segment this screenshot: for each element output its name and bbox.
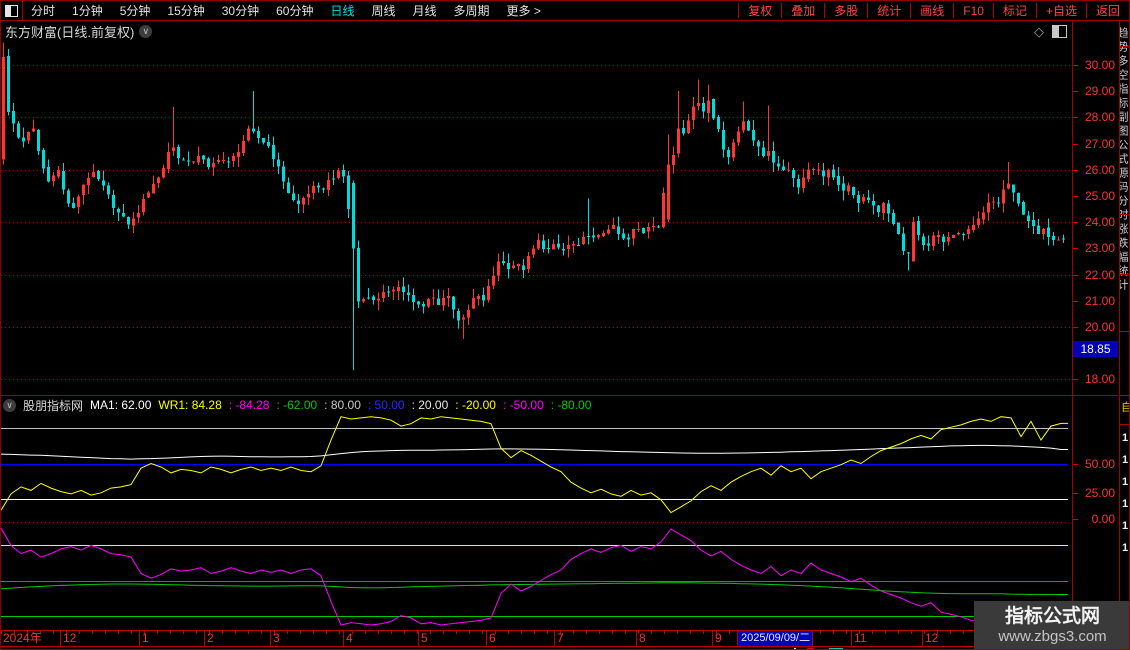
indicator-value-segment: : -50.00 xyxy=(502,398,544,412)
strip-divider xyxy=(1120,331,1129,332)
price-axis-label: 20.00 xyxy=(1084,320,1115,334)
chevron-down-circle-icon[interactable]: ∨ xyxy=(3,398,16,412)
page-title: 东方财富(日线.前复权) xyxy=(5,25,135,40)
watermark-url: www.zbgs3.com xyxy=(998,627,1107,645)
candlestick-series xyxy=(2,42,1065,371)
strip-divider xyxy=(1120,395,1129,396)
site-watermark: 指标公式网 www.zbgs3.com xyxy=(974,601,1129,649)
top-toolbar: 分时 1分钟 5分钟 15分钟 30分钟 60分钟 日线 周线 月线 多周期 更多 > 复权 叠加 多股… xyxy=(1,1,1129,21)
date-axis-cell: 1 xyxy=(140,631,205,646)
date-axis-cell: 12 xyxy=(61,631,140,646)
date-axis-cell xyxy=(813,631,852,646)
date-axis-cell: 9 xyxy=(713,631,738,646)
indicator-axis-label: 50.00 xyxy=(1084,457,1115,471)
indicator-value-segment: : 20.00 xyxy=(411,398,449,412)
price-axis-label: 29.00 xyxy=(1084,84,1115,99)
date-axis-cell: 3 xyxy=(271,631,344,646)
indicator-value-segment: MA1: 62.00 xyxy=(90,398,152,412)
price-axis-label: 22.00 xyxy=(1084,267,1115,282)
window-layout-button[interactable] xyxy=(1,1,23,20)
indicator-level-lines xyxy=(1,428,1068,617)
date-axis-cell: 7 xyxy=(555,631,637,646)
indicator-value-segment: : -80.00 xyxy=(550,398,592,412)
period-tab-15分钟[interactable]: 15分钟 xyxy=(167,2,204,19)
chart-canvas xyxy=(1,42,1079,629)
strip-divider xyxy=(1120,424,1129,425)
strip-divider xyxy=(1120,214,1129,215)
symbol-title-row: 东方财富(日线.前复权) ∨ xyxy=(5,22,153,41)
date-axis-cell: 4 xyxy=(344,631,419,646)
price-axis-label: 30.00 xyxy=(1084,58,1115,72)
period-tab-60分钟[interactable]: 60分钟 xyxy=(276,2,313,19)
current-date-badge: 2025/09/09/二 xyxy=(738,631,813,646)
split-window-icon xyxy=(5,4,18,17)
indicator-value-segment: : -84.28 xyxy=(228,398,270,412)
right-cropped-panel: 趋势多空指标副图公式源码分时涨跌幅统计 自 111111 xyxy=(1119,1,1129,649)
price-axis-label: 21.00 xyxy=(1084,293,1115,308)
indicator-header: ∨ 股朋指标网 MA1: 62.00 WR1: 84.28 : -84.28 : -6… xyxy=(3,397,591,413)
date-axis-cell: 2024年 xyxy=(1,631,61,646)
date-axis[interactable]: 2024年 12 1 2 3 4 5 6 7 8 9 2025/09/09/二 11 12 xyxy=(1,630,1118,647)
toolbar-button-叠加[interactable]: 叠加 xyxy=(782,2,824,19)
price-axis-label: 28.00 xyxy=(1084,110,1115,125)
chart-corner-icons: ◇ xyxy=(1034,25,1067,38)
period-tab-分时[interactable]: 分时 xyxy=(31,2,55,19)
period-tab-日线[interactable]: 日线 xyxy=(330,2,354,19)
period-tab-周线[interactable]: 周线 xyxy=(371,2,395,19)
last-price-badge: 18.85 xyxy=(1073,341,1118,357)
strip-divider xyxy=(1120,274,1129,275)
strip-divider xyxy=(1120,46,1129,47)
split-pane-icon[interactable] xyxy=(1052,25,1067,38)
indicator-axis-label: 0.00 xyxy=(1091,512,1115,526)
indicator-value-segment: : -62.00 xyxy=(276,398,318,412)
toolbar-button-+自选[interactable]: +自选 xyxy=(1037,2,1086,19)
price-axis-label: 27.00 xyxy=(1084,136,1115,151)
diamond-icon[interactable]: ◇ xyxy=(1034,25,1044,38)
date-axis-cell: 6 xyxy=(487,631,555,646)
date-axis-cell: 5 xyxy=(419,631,487,646)
indicator-axis-label: 25.00 xyxy=(1084,486,1115,500)
period-tab-5分钟[interactable]: 5分钟 xyxy=(120,2,151,19)
date-axis-cell: 11 xyxy=(852,631,923,646)
chevron-down-circle-icon[interactable]: ∨ xyxy=(139,25,153,38)
toolbar-button-F10[interactable]: F10 xyxy=(954,4,993,18)
period-tab-list: 分时 1分钟 5分钟 15分钟 30分钟 60分钟 日线 周线 月线 多周期 更多 > xyxy=(31,2,541,19)
indicator-name[interactable]: 股朋指标网 xyxy=(23,397,83,414)
price-axis-label: 18.00 xyxy=(1084,372,1115,387)
period-tab-30分钟[interactable]: 30分钟 xyxy=(222,2,259,19)
toolbar-button-画线[interactable]: 画线 xyxy=(911,2,953,19)
date-axis-cell: 8 xyxy=(637,631,713,646)
indicator-value-segment: : 50.00 xyxy=(367,398,405,412)
toolbar-button-复权[interactable]: 复权 xyxy=(739,2,781,19)
toolbar-button-统计[interactable]: 统计 xyxy=(868,2,910,19)
panel-divider-line xyxy=(1,395,1118,396)
toolbar-button-返回[interactable]: 返回 xyxy=(1087,2,1129,19)
watermark-title: 指标公式网 xyxy=(1004,605,1100,627)
indicator-value-segment: WR1: 84.28 xyxy=(158,398,222,412)
toolbar-button-多股[interactable]: 多股 xyxy=(825,2,867,19)
indicator-line-WR1_NEG xyxy=(1,527,1068,629)
price-axis-label: 26.00 xyxy=(1084,162,1115,177)
price-axis-label: 23.00 xyxy=(1084,241,1115,256)
cropped-vertical-text: 趋势多空指标副图公式源码分时涨跌幅统计 xyxy=(1119,27,1128,293)
price-axis-label: 25.00 xyxy=(1084,189,1115,203)
period-tab-1分钟[interactable]: 1分钟 xyxy=(72,2,103,19)
toolbar-action-buttons: 复权 叠加 多股 统计 画线 F10 标记 +自选 返回 xyxy=(738,1,1129,20)
period-tab-月线[interactable]: 月线 xyxy=(413,2,437,19)
date-axis-cell: 2 xyxy=(205,631,271,646)
price-axis-label: 24.00 xyxy=(1084,215,1115,230)
indicator-value-segment: : -20.00 xyxy=(455,398,496,412)
tdx-chart-window: 分时 1分钟 5分钟 15分钟 30分钟 60分钟 日线 周线 月线 多周期 更多 > 复权 叠加 多股… xyxy=(0,0,1130,650)
cropped-digits-column: 111111 xyxy=(1122,432,1129,554)
indicator-value-segment: : 80.00 xyxy=(324,398,361,412)
toolbar-button-标记[interactable]: 标记 xyxy=(994,2,1036,19)
cropped-highlight-char: 自 xyxy=(1121,399,1129,415)
period-tab-更多 >[interactable]: 更多 > xyxy=(507,2,541,19)
period-tab-多周期[interactable]: 多周期 xyxy=(454,2,490,19)
